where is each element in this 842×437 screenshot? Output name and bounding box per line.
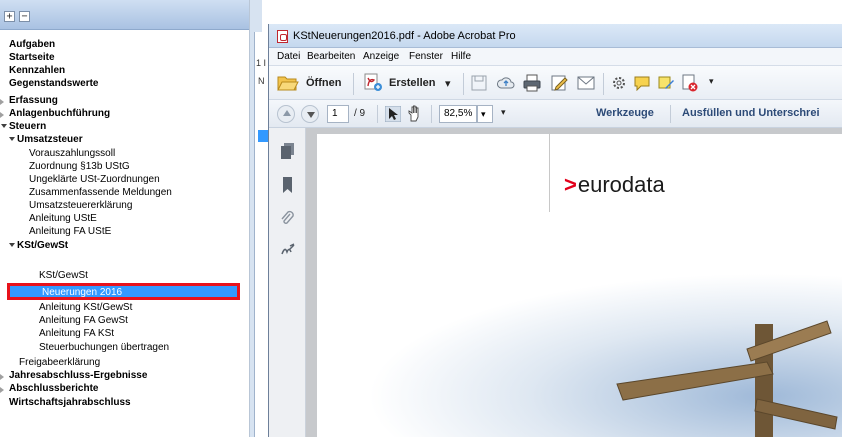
main-toolbar: Öffnen Erstellen ▾ ▾ [269,66,842,100]
logo-text: eurodata [577,172,665,197]
toolbar-separator [603,73,604,95]
expand-arrow-icon[interactable] [0,112,4,118]
edit-document-icon[interactable] [551,75,569,91]
background-window-content [254,32,266,437]
background-window-selection [258,130,268,142]
cloud-upload-icon[interactable] [497,75,515,91]
menu-hilfe[interactable]: Hilfe [451,51,471,62]
toolbar-separator [431,105,432,123]
eurodata-logo: >eurodata [564,172,665,198]
expand-arrow-icon[interactable] [0,374,4,380]
navigation-panel [269,128,306,437]
save-icon[interactable] [471,75,487,91]
expand-all-button[interactable]: + [4,11,15,22]
nav-toolbar-more-icon[interactable]: ▾ [501,107,506,118]
menu-anzeige[interactable]: Anzeige [363,51,399,62]
previous-page-icon[interactable] [277,105,295,123]
create-pdf-icon[interactable] [363,73,383,93]
bookmarks-icon[interactable] [280,176,295,194]
navigation-toolbar: 1 / 9 82,5% ▾ ▾ Werkzeuge Ausfüllen und … [269,100,842,128]
tree-toolbar: + − [0,0,249,30]
toolbar-separator [377,105,378,123]
tools-panel-button[interactable]: Werkzeuge [596,107,654,119]
navigation-tree: + − Aufgaben Startseite Kennzahlen Gegen… [0,0,250,437]
zoom-dropdown-icon[interactable]: ▾ [477,105,493,123]
hand-tool-icon[interactable] [407,105,423,123]
create-button[interactable]: Erstellen [389,77,435,89]
tree-item-jahresabschluss-ergebnisse[interactable]: Jahresabschluss-Ergebnisse [9,370,147,382]
selected-item-label: Neuerungen 2016 [42,287,123,298]
background-window-text: N [258,76,265,86]
next-page-icon[interactable] [301,105,319,123]
pdf-page[interactable]: >eurodata [317,134,842,437]
tree-item-steuerbuchungen-uebertragen[interactable]: Steuerbuchungen übertragen [39,342,169,354]
toolbar-more-icon[interactable]: ▾ [709,76,714,87]
collapse-arrow-icon[interactable] [9,137,15,141]
background-window-text: 1 I [256,58,267,68]
tree-item-wirtschaftsjahrabschluss[interactable]: Wirtschaftsjahrabschluss [9,397,131,409]
tree-item-kennzahlen[interactable]: Kennzahlen [9,65,65,77]
tree-item-kst-gewst-group[interactable]: KSt/GewSt [17,240,68,252]
menu-fenster[interactable]: Fenster [409,51,443,62]
logo-chevron: > [564,172,577,197]
pdf-app-icon [277,30,288,43]
redact-icon[interactable] [681,74,699,92]
menu-bearbeiten[interactable]: Bearbeiten [307,51,355,62]
tree-item-neuerungen-2016-selected[interactable]: Neuerungen 2016 [7,283,240,300]
toolbar-separator [670,105,671,123]
collapse-arrow-icon[interactable] [1,124,7,128]
tree-item-anleitung-uste[interactable]: Anleitung UStE [29,213,97,225]
tree-item-zusammenfassende-meldungen[interactable]: Zusammenfassende Meldungen [29,187,172,199]
tree-item-zuordnung-13b[interactable]: Zuordnung §13b UStG [29,161,130,173]
tree-item-ungeklaerte-ust[interactable]: Ungeklärte USt-Zuordnungen [29,174,160,186]
expand-arrow-icon[interactable] [0,99,4,105]
expand-arrow-icon[interactable] [0,387,4,393]
menu-datei[interactable]: Datei [277,51,300,62]
select-cursor-icon[interactable] [385,106,401,122]
tree-item-anleitung-fa-gewst[interactable]: Anleitung FA GewSt [39,315,128,327]
signpost-illustration [317,274,842,437]
settings-gear-icon[interactable] [611,75,627,91]
page-rule [549,134,550,212]
attachments-icon[interactable] [280,210,295,228]
page-total-label: / 9 [354,108,366,119]
toolbar-separator [463,73,464,95]
tree-item-steuern[interactable]: Steuern [9,121,46,133]
tree-item-abschlussberichte[interactable]: Abschlussberichte [9,383,98,395]
tree-item-gegenstandswerte[interactable]: Gegenstandswerte [9,78,98,90]
toolbar-separator [353,73,354,95]
tree-item-aufgaben[interactable]: Aufgaben [9,39,55,51]
signatures-icon[interactable] [280,242,296,258]
tree-item-erfassung[interactable]: Erfassung [9,95,58,107]
fill-and-sign-button[interactable]: Ausfüllen und Unterschrei [682,107,820,119]
comment-icon[interactable] [633,75,651,91]
print-icon[interactable] [523,74,541,92]
tree-item-kst-gewst[interactable]: KSt/GewSt [39,270,88,282]
open-button[interactable]: Öffnen [306,77,341,89]
folder-open-icon[interactable] [277,74,299,92]
tree-item-anleitung-fa-kst[interactable]: Anleitung FA KSt [39,328,114,340]
title-bar[interactable]: KStNeuerungen2016.pdf - Adobe Acrobat Pr… [269,24,842,48]
tree-item-startseite[interactable]: Startseite [9,52,55,64]
tree-item-anlagenbuchfuehrung[interactable]: Anlagenbuchführung [9,108,110,120]
highlight-icon[interactable] [657,75,675,91]
tree-item-freigabeerklaerung[interactable]: Freigabeerklärung [19,357,100,369]
email-icon[interactable] [577,76,595,90]
collapse-all-button[interactable]: − [19,11,30,22]
tree-item-anleitung-fa-uste[interactable]: Anleitung FA UStE [29,226,111,238]
window-title: KStNeuerungen2016.pdf - Adobe Acrobat Pr… [293,30,516,42]
create-dropdown-icon[interactable]: ▾ [445,77,451,90]
page-thumbnails-icon[interactable] [280,142,295,160]
tree-item-vorauszahlungssoll[interactable]: Vorauszahlungssoll [29,148,115,160]
tree-item-umsatzsteuer[interactable]: Umsatzsteuer [17,134,83,146]
tree-item-anleitung-kst-gewst[interactable]: Anleitung KSt/GewSt [39,302,132,314]
page-number-input[interactable]: 1 [327,105,349,123]
acrobat-window: KStNeuerungen2016.pdf - Adobe Acrobat Pr… [268,24,842,437]
zoom-input[interactable]: 82,5% [439,105,477,123]
collapse-arrow-icon[interactable] [9,243,15,247]
tree-item-umsatzsteuererklaerung[interactable]: Umsatzsteuererklärung [29,200,132,212]
menu-bar: Datei Bearbeiten Anzeige Fenster Hilfe [269,48,842,66]
